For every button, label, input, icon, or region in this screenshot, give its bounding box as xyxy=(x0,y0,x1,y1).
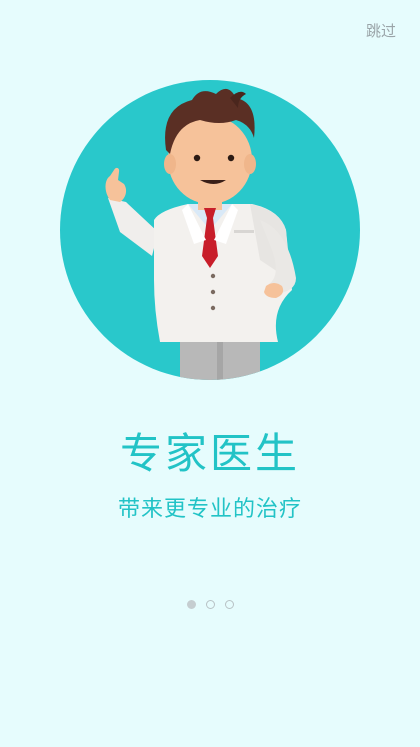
page-dot-2[interactable] xyxy=(205,600,215,609)
skip-button[interactable]: 跳过 xyxy=(366,20,396,41)
doctor-illustration xyxy=(60,80,360,380)
page-subtitle: 带来更专业的治疗 xyxy=(117,497,302,522)
page-indicator xyxy=(0,600,420,609)
page-dot-1[interactable] xyxy=(186,600,196,609)
page-title: 专家医生 xyxy=(119,429,300,478)
page-dot-3[interactable] xyxy=(224,600,234,609)
